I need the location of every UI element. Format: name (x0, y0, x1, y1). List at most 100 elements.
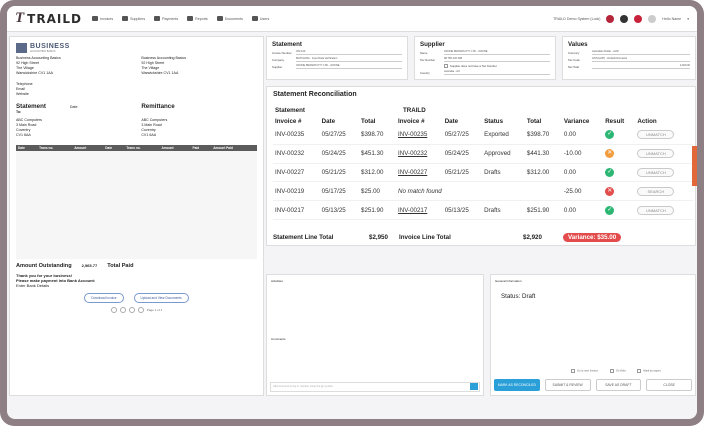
traild-invoice-link[interactable]: INV-00217 (396, 200, 443, 220)
field-row: Net Total 2,920.00 (568, 64, 690, 69)
date-label: Date (69, 105, 78, 109)
check-circle-icon: ✓ (605, 205, 615, 215)
on-hold-option[interactable]: On Hold (609, 369, 626, 373)
document-icon (216, 16, 223, 21)
download-invoice-button[interactable]: Download Invoice (84, 293, 124, 303)
total-paid-label: Total Paid (107, 263, 134, 269)
tax-code-select[interactable]: GST(AU/P) - Default Domestic (592, 57, 690, 62)
checkbox[interactable] (609, 369, 614, 373)
option-checkboxes: Go to next Invoice On Hold Mark as urgen… (571, 369, 692, 373)
currency-select[interactable]: Australian Dollar - AUD (592, 50, 690, 55)
statement-total: $398.70 (359, 126, 397, 145)
unmatch-button[interactable]: UNMATCH (637, 130, 675, 140)
users-icon (251, 16, 258, 21)
side-tab[interactable] (692, 146, 697, 186)
statement-document: BUSINESS ACCOUNTING BASICS Business Acco… (9, 36, 264, 396)
values-card: Values Currency Australian Dollar - AUD T… (562, 36, 696, 80)
nav-reports[interactable]: Reports (187, 16, 208, 21)
traild-total: $312.00 (524, 163, 562, 183)
supplier-name-field[interactable]: OZONE BRANDS PTY LTD - OZONE (444, 50, 550, 55)
remit-customer-address: ABC Computers 3 Main Road Coventry CV1 6… (141, 118, 257, 138)
urgent-option[interactable]: Mark as urgent (637, 369, 661, 373)
nav-documents[interactable]: Documents (216, 16, 243, 21)
field-row: Supplier does not have a Tax Number (420, 64, 550, 68)
save-draft-button[interactable]: SAVE AS DRAFT (595, 379, 642, 391)
traild-invoice-link[interactable]: INV-00227 (396, 163, 443, 183)
country-field[interactable]: Australia - AU (444, 70, 550, 75)
tax-number-field[interactable]: 98 765 432 098 (444, 57, 550, 62)
zoom-in-icon[interactable] (119, 307, 126, 313)
variance: 0.00 (561, 163, 604, 183)
checkbox[interactable] (571, 369, 575, 373)
traild-status: Drafts (482, 200, 525, 220)
traild-group-label: TRAILD (403, 107, 426, 114)
checkbox-label: On Hold (615, 369, 626, 373)
traild-invoice-link[interactable]: INV-00232 (396, 144, 443, 164)
nav-users[interactable]: Users (251, 16, 269, 21)
column-header: Invoice # (275, 118, 302, 125)
reconciliation-panel: Statement Invoice Number INV-123 Company M… (266, 36, 696, 398)
field-row: Supplier OZONE BRANDS PTY LTD - OZONE (272, 64, 402, 69)
company-select[interactable]: MATCHING - Input Data Verification (296, 57, 402, 62)
next-invoice-option[interactable]: Go to next Invoice (571, 369, 598, 373)
nav-invoices[interactable]: Invoices (91, 16, 114, 21)
avatar[interactable] (648, 14, 657, 23)
invoice-icon (91, 16, 98, 21)
settings-icon[interactable] (620, 14, 629, 23)
unmatch-button[interactable]: UNMATCH (637, 149, 675, 159)
checkbox[interactable] (637, 369, 642, 373)
next-page-icon[interactable] (137, 307, 144, 313)
field-label: Currency (568, 50, 580, 55)
unmatch-button[interactable]: UNMATCH (637, 205, 675, 215)
thanks-line: Enter Bank Details (16, 283, 50, 288)
send-icon[interactable] (470, 383, 478, 390)
checkbox-label: Go to next Invoice (577, 369, 598, 373)
nav-label: Invoices (99, 16, 114, 21)
invoice-number-field[interactable]: INV-123 (296, 50, 402, 55)
submit-review-button[interactable]: SUBMIT & REVIEW (544, 379, 591, 391)
statement-total-label: Statement Line Total (273, 234, 334, 241)
prev-page-icon[interactable] (128, 307, 135, 313)
address-line: Warwickshire CV1 1AA (141, 71, 179, 75)
alert-icon[interactable] (634, 14, 643, 23)
chevron-down-icon[interactable]: ▾ (687, 17, 689, 21)
search-button[interactable]: SEARCH (637, 186, 675, 196)
column-header: Variance (563, 118, 590, 125)
statement-total-value: $2,950 (369, 234, 388, 241)
zoom-out-icon[interactable] (110, 307, 117, 313)
statement-date: 05/27/25 (319, 126, 360, 145)
app-window: T TRAILD Invoices Suppliers Payments Rep… (7, 6, 697, 419)
column-header: Invoice # (398, 118, 425, 125)
page-indicator[interactable]: Page 1 of 1 (147, 308, 162, 312)
nav-suppliers[interactable]: Suppliers (122, 16, 145, 21)
contact-block: Telephone Email Website (16, 82, 257, 97)
nav-label: Suppliers (130, 16, 146, 21)
no-tax-checkbox[interactable] (444, 64, 448, 68)
logo-mark: T (15, 10, 25, 26)
mark-reconciled-button[interactable]: MARK AS RECONCILED (494, 379, 540, 391)
unmatch-button[interactable]: UNMATCH (637, 167, 675, 177)
org-name[interactable]: TRAILD Demo System (Lock) (553, 17, 600, 21)
user-name[interactable]: Hello Name (662, 17, 681, 21)
notification-icon[interactable] (606, 14, 615, 23)
statement-card: Statement Invoice Number INV-123 Company M… (266, 36, 408, 80)
comments-title: Comments (271, 337, 286, 341)
field-label: Tax Code (568, 57, 580, 62)
nav-payments[interactable]: Payments (154, 16, 178, 21)
app-logo[interactable]: T TRAILD (15, 10, 82, 27)
invoice-total-label: Invoice Line Total (399, 234, 451, 241)
column-header: Date (444, 118, 459, 125)
customer-address: ABC Computers 3 Main Road Coventry CV1 6… (16, 118, 132, 138)
field-label: Name (420, 50, 428, 55)
to-label: To: (16, 110, 22, 114)
net-total-field[interactable]: 2,920.00 (592, 64, 690, 69)
values-card-title: Values (568, 41, 588, 48)
general-info-title: General Information (495, 279, 522, 283)
traild-status: Approved (482, 144, 525, 164)
close-button[interactable]: CLOSE (646, 379, 692, 391)
comment-input[interactable]: Add comment to log or mention using the … (270, 382, 480, 392)
supplier-select[interactable]: OZONE BRANDS PTY LTD - OZONE (296, 64, 402, 69)
upload-documents-button[interactable]: Upload and View Documents (133, 293, 189, 303)
traild-invoice-link[interactable]: INV-00235 (396, 126, 443, 145)
customer-columns: ABC Computers 3 Main Road Coventry CV1 6… (16, 118, 257, 138)
